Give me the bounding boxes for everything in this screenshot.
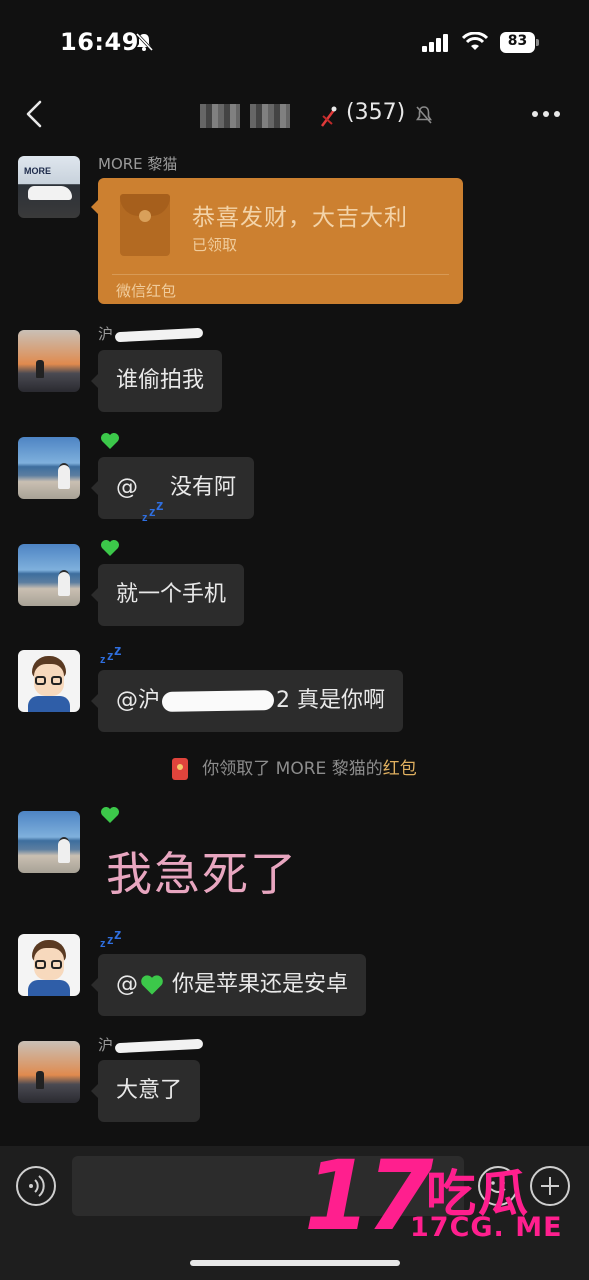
group-name-pixelated [250, 104, 290, 128]
message-text: 2 真是你啊 [276, 688, 386, 713]
more-options-icon[interactable] [530, 108, 562, 120]
message-bubble[interactable]: 就一个手机 [90, 564, 245, 626]
sender-name-prefix: 沪 [98, 325, 114, 343]
zzz-icon: zzz [142, 497, 164, 524]
back-arrow-icon[interactable] [20, 96, 50, 132]
avatar[interactable] [18, 544, 80, 606]
wifi-icon [462, 32, 488, 50]
green-heart-icon [101, 807, 119, 823]
bell-off-icon [135, 32, 154, 52]
redaction-scribble [114, 327, 204, 342]
zzz-icon: zzz [100, 642, 122, 666]
message-bubble[interactable]: @ 你是苹果还是安卓 [90, 954, 367, 1016]
redaction-scribble [161, 690, 275, 712]
sticker-text-message[interactable]: 我急死了 [106, 838, 298, 904]
red-packet-status: 已领取 [192, 236, 238, 254]
watermark-logo: 17 吃瓜 17CG. ME [304, 1146, 574, 1256]
mute-icon [416, 106, 432, 124]
mention-prefix: @ [116, 972, 138, 997]
sender-name: 沪 [98, 1034, 204, 1054]
mention-prefix: @沪 [116, 688, 161, 713]
message-bubble[interactable]: @沪 2 真是你啊 [90, 670, 404, 732]
message-text: 就一个手机 [116, 582, 227, 607]
redaction-scribble [114, 1038, 204, 1053]
divider [112, 274, 449, 275]
red-packet-label: 微信红包 [116, 282, 177, 300]
mention-prefix: @ [116, 475, 138, 500]
message-text: 谁偷拍我 [116, 368, 205, 393]
avatar[interactable] [18, 1041, 80, 1103]
sender-name: MORE 黎猫 [98, 155, 178, 173]
sender-name-prefix: 沪 [98, 1036, 114, 1054]
zzz-icon: zzz [100, 926, 122, 950]
red-packet-title: 恭喜发财，大吉大利 [192, 205, 408, 231]
green-heart-icon [101, 540, 119, 556]
avatar[interactable] [18, 330, 80, 392]
group-name-pixelated [200, 104, 240, 128]
red-packet-link[interactable]: 红包 [383, 759, 417, 779]
avatar[interactable] [18, 437, 80, 499]
red-mark-icon [321, 106, 337, 127]
message-bubble[interactable]: @ z z z 没有阿 [90, 457, 255, 524]
battery-level: 83 [507, 33, 528, 49]
avatar[interactable] [18, 650, 80, 712]
message-bubble[interactable]: 谁偷拍我 [90, 350, 223, 412]
red-packet-icon [120, 194, 170, 256]
avatar[interactable]: MORE [18, 156, 80, 218]
system-notice: 你领取了 MORE 黎猫的红包 [0, 754, 589, 782]
watermark-url: 17CG. ME [410, 1212, 563, 1243]
red-packet-icon [172, 758, 189, 780]
message-text: 没有阿 [170, 475, 237, 500]
voice-icon [29, 1175, 45, 1197]
avatar[interactable] [18, 811, 80, 873]
chat-header: (357) [0, 82, 589, 146]
red-packet-card[interactable]: 恭喜发财，大吉大利 已领取 微信红包 [91, 178, 463, 304]
status-time: 16:49 [60, 28, 139, 56]
message-list[interactable]: MORE MORE 黎猫 恭喜发财，大吉大利 已领取 微信红包 沪 谁偷拍我 @… [0, 146, 589, 1146]
green-heart-icon [141, 975, 163, 995]
cell-signal-icon [422, 34, 448, 52]
avatar[interactable] [18, 934, 80, 996]
voice-input-button[interactable] [16, 1166, 56, 1206]
message-bubble[interactable]: 大意了 [90, 1060, 201, 1122]
status-bar: 16:49 83 [0, 0, 589, 80]
battery-icon: 83 [500, 32, 540, 53]
member-count: (357) [346, 100, 406, 125]
sender-name: 沪 [98, 323, 204, 343]
message-text: 你是苹果还是安卓 [172, 972, 349, 997]
message-text: 大意了 [116, 1078, 183, 1103]
system-notice-text: 你领取了 MORE 黎猫的 [202, 759, 383, 779]
home-indicator [190, 1260, 400, 1266]
green-heart-icon [101, 433, 119, 449]
